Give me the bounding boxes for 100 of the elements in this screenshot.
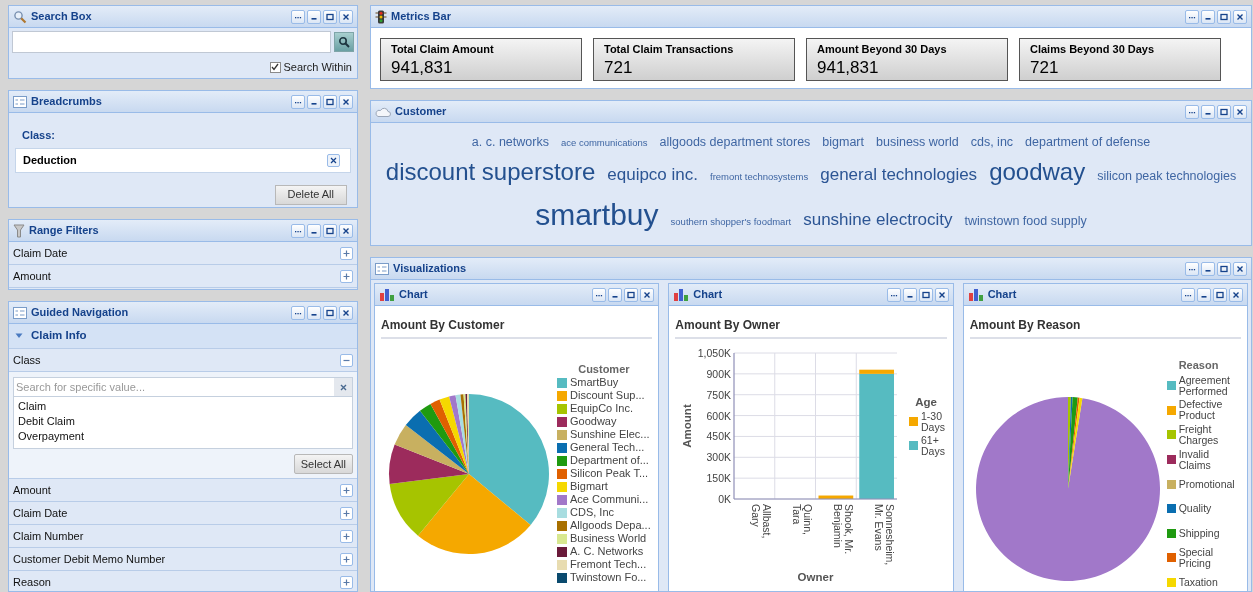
tag-cloud-term[interactable]: ace communications [560, 136, 648, 151]
legend-label[interactable]: Quality [1178, 503, 1212, 515]
legend-label[interactable]: Goodway [570, 415, 617, 428]
legend-label[interactable]: EquipCo Inc. [570, 402, 633, 415]
axis-tick-label: 150K [706, 472, 732, 485]
legend-label[interactable]: SmartBuy [570, 376, 619, 389]
value-search-field[interactable]: Search for specific value... [13, 377, 353, 397]
chart-heading: Amount By Reason [969, 316, 1241, 339]
legend-label[interactable]: Special Pricing [1178, 546, 1243, 569]
panel-title: Guided Navigation [31, 305, 130, 321]
legend-label[interactable]: Taxation [1178, 577, 1218, 589]
legend-label[interactable]: Silicon Peak T... [570, 467, 649, 480]
delete-all-button[interactable]: Delete All [274, 184, 347, 205]
attribute-label[interactable]: Customer Debit Memo Number [13, 550, 166, 568]
value-option[interactable]: Claim [18, 399, 348, 414]
legend-label[interactable]: Fremont Tech... [570, 558, 647, 571]
attribute-label[interactable]: Amount [13, 267, 51, 285]
tag-cloud-term[interactable]: cds, inc [970, 133, 1014, 152]
axis-tick-label: 600K [706, 409, 732, 422]
tag-cloud-term[interactable]: bigmart [822, 133, 864, 152]
axis-tick-label: 1,050K [698, 347, 732, 359]
legend-label[interactable]: General Tech... [570, 441, 645, 454]
axis-title: Owner [797, 571, 834, 583]
legend-label[interactable]: Bigmart [570, 480, 608, 493]
legend-label[interactable]: Shipping [1178, 527, 1220, 539]
metric-value: 721 [1030, 57, 1060, 78]
checkbox-label: Search Within [283, 60, 352, 75]
panel-title: Chart [399, 287, 429, 303]
axis-tick-label: 0K [718, 493, 732, 505]
chart-heading: Amount By Customer [381, 316, 653, 339]
tag-cloud-term[interactable]: discount superstore [385, 153, 596, 190]
legend-label[interactable]: 61+ Days [921, 434, 946, 457]
metric-value: 941,831 [817, 57, 880, 78]
legend-label[interactable]: Ace Communi... [570, 493, 649, 506]
legend-label[interactable]: CDS, Inc [570, 506, 614, 519]
tag-cloud-term[interactable]: fremont technosystems [710, 169, 809, 184]
attribute-label[interactable]: Reason [13, 573, 51, 591]
legend-label[interactable]: Defective Product [1178, 399, 1243, 422]
legend-label[interactable]: Invalid Claims [1178, 448, 1243, 471]
breadcrumb-group-label: Class: [21, 128, 57, 143]
metric-label: Total Claim Amount [391, 42, 495, 57]
attribute-label[interactable]: Amount [13, 481, 51, 499]
tag-cloud-term[interactable]: a. c. networks [471, 133, 549, 152]
tag-cloud-term[interactable]: goodway [989, 153, 1086, 190]
tag-cloud-term[interactable]: equipco inc. [607, 161, 698, 188]
attribute-label[interactable]: Class [13, 351, 41, 369]
axis-tick-label: 900K [706, 367, 732, 380]
tag-cloud-term[interactable]: southern shopper's foodmart [670, 214, 792, 229]
attribute-label[interactable]: Claim Date [13, 244, 68, 262]
legend-label[interactable]: Agreement Performed [1178, 374, 1243, 397]
legend-title: Reason [1177, 358, 1220, 373]
metric-label: Amount Beyond 30 Days [817, 42, 948, 57]
legend-label[interactable]: Freight Charges [1178, 424, 1243, 446]
panel-title: Chart [693, 287, 724, 303]
legend-label[interactable]: 1-30 Days [921, 410, 946, 433]
axis-title: Amount [681, 404, 694, 448]
legend-label[interactable]: Discount Sup... [570, 389, 645, 402]
chart-heading: Amount By Owner [675, 316, 947, 339]
legend-title: Age [915, 396, 938, 408]
metric-label: Claims Beyond 30 Days [1030, 42, 1156, 57]
panel-title: Customer [395, 104, 448, 120]
metric-value: 941,831 [391, 57, 454, 78]
legend-label[interactable]: Business World [570, 532, 647, 545]
panel-title: Breadcrumbs [31, 94, 103, 110]
legend-label[interactable]: Promotional [1178, 478, 1235, 490]
metric-value: 721 [604, 57, 634, 78]
legend-label[interactable]: Sunshine Elec... [570, 428, 650, 441]
panel-title: Search Box [31, 9, 93, 25]
section-title[interactable]: Claim Info [31, 327, 87, 345]
panel-title: Chart [987, 287, 1018, 303]
category-label: Sonnesheim, Mr. Evans [872, 504, 896, 566]
value-option[interactable]: Debit Claim [18, 414, 348, 429]
attribute-label[interactable]: Claim Number [13, 527, 84, 545]
breadcrumb-value: Deduction [23, 152, 77, 168]
value-search-input[interactable]: Search for specific value... [14, 378, 334, 396]
tag-cloud-term[interactable]: smartbuy [535, 191, 659, 237]
legend-label[interactable]: Department of... [570, 454, 649, 467]
axis-tick-label: 750K [706, 388, 732, 401]
tag-cloud-term[interactable]: business world [876, 133, 959, 152]
axis-tick-label: 450K [706, 430, 732, 443]
tag-cloud-term[interactable]: sunshine electrocity [803, 206, 953, 233]
category-label: Quinn, Tara [791, 504, 815, 535]
tag-cloud-term[interactable]: silicon peak technologies [1097, 166, 1237, 186]
category-label: Shook, Mr. Benjamin [832, 504, 856, 555]
attribute-label[interactable]: Claim Date [13, 504, 68, 522]
panel-title: Metrics Bar [391, 9, 452, 25]
legend-label[interactable]: Twinstown Fo... [570, 571, 647, 584]
legend-label[interactable]: Allgoods Depa... [570, 519, 651, 532]
tag-cloud-term[interactable]: general technologies [820, 161, 978, 188]
panel-title: Range Filters [29, 223, 100, 239]
axis-tick-label: 300K [706, 451, 732, 464]
legend-label[interactable]: A. C. Networks [570, 545, 644, 558]
tag-cloud-term[interactable]: twinstown food supply [964, 211, 1087, 231]
select-all-button[interactable]: Select All [293, 454, 353, 474]
tag-cloud-term[interactable]: allgoods department stores [659, 133, 811, 152]
value-option[interactable]: Overpayment [18, 429, 348, 444]
tag-cloud-term[interactable]: department of defense [1025, 133, 1151, 152]
panel-title: Visualizations [393, 261, 468, 277]
metric-label: Total Claim Transactions [604, 42, 735, 57]
legend-title: Customer [577, 363, 631, 376]
